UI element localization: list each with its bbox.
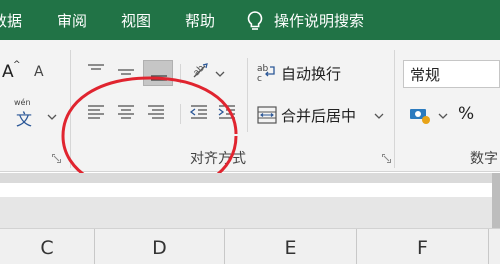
increase-indent-icon[interactable] bbox=[214, 100, 240, 126]
increase-font-size-button[interactable]: A ^ bbox=[0, 60, 24, 84]
column-header-e[interactable]: E bbox=[225, 229, 357, 264]
group-separator bbox=[70, 50, 71, 168]
svg-text:c: c bbox=[257, 74, 262, 84]
ribbon-tab-bar: 数据 审阅 视图 帮助 操作说明搜索 bbox=[0, 0, 500, 40]
number-group-label: 数字 bbox=[470, 151, 498, 167]
dialog-launcher-icon[interactable] bbox=[382, 154, 391, 163]
formula-bar[interactable] bbox=[0, 183, 500, 197]
number-format-dropdown[interactable]: 常规 bbox=[403, 60, 500, 88]
align-right-icon[interactable] bbox=[143, 100, 169, 126]
scrollbar[interactable] bbox=[492, 173, 500, 228]
ribbon-home: A ^ A wén 文 ab ab c 自动换行 合并后居中 对齐方式 常规 %… bbox=[0, 40, 500, 196]
lightbulb-icon[interactable] bbox=[244, 10, 266, 32]
middle-align-icon[interactable] bbox=[113, 60, 139, 84]
tab-data[interactable]: 数据 bbox=[0, 12, 22, 30]
tell-me-search[interactable]: 操作说明搜索 bbox=[274, 12, 364, 30]
chevron-down-icon bbox=[438, 113, 448, 119]
tab-help[interactable]: 帮助 bbox=[185, 12, 215, 30]
svg-text:ab: ab bbox=[192, 63, 207, 78]
align-center-icon[interactable] bbox=[113, 100, 139, 126]
tab-review[interactable]: 审阅 bbox=[57, 12, 87, 30]
tab-view[interactable]: 视图 bbox=[121, 12, 151, 30]
align-left-icon[interactable] bbox=[83, 100, 109, 126]
decrease-font-size-button[interactable]: A bbox=[32, 62, 52, 84]
column-header-c[interactable]: C bbox=[0, 229, 95, 264]
column-header-row: C D E F bbox=[0, 228, 500, 264]
chevron-down-icon[interactable] bbox=[215, 70, 225, 78]
bottom-align-button[interactable] bbox=[143, 60, 173, 86]
wrap-text-button[interactable]: ab c 自动换行 bbox=[256, 60, 376, 86]
chevron-down-icon[interactable] bbox=[47, 113, 57, 121]
bottom-align-icon bbox=[151, 75, 167, 81]
group-separator bbox=[394, 50, 395, 168]
dialog-launcher-icon[interactable] bbox=[52, 154, 61, 163]
phonetic-guide-button[interactable]: wén 文 bbox=[14, 98, 40, 130]
column-header-d[interactable]: D bbox=[95, 229, 225, 264]
orientation-icon[interactable]: ab bbox=[188, 60, 214, 84]
percent-style-button[interactable]: % bbox=[458, 104, 474, 124]
accounting-format-button[interactable] bbox=[408, 102, 452, 128]
wrap-text-icon: ab c bbox=[257, 64, 275, 84]
alignment-group-label: 对齐方式 bbox=[190, 151, 246, 167]
top-align-icon[interactable] bbox=[83, 60, 109, 84]
merge-center-icon bbox=[257, 106, 277, 124]
chevron-down-icon bbox=[374, 113, 384, 119]
merge-center-button[interactable]: 合并后居中 bbox=[256, 102, 386, 128]
column-header-f[interactable]: F bbox=[357, 229, 489, 264]
decrease-indent-icon[interactable] bbox=[186, 100, 212, 126]
accounting-format-icon bbox=[410, 109, 430, 124]
